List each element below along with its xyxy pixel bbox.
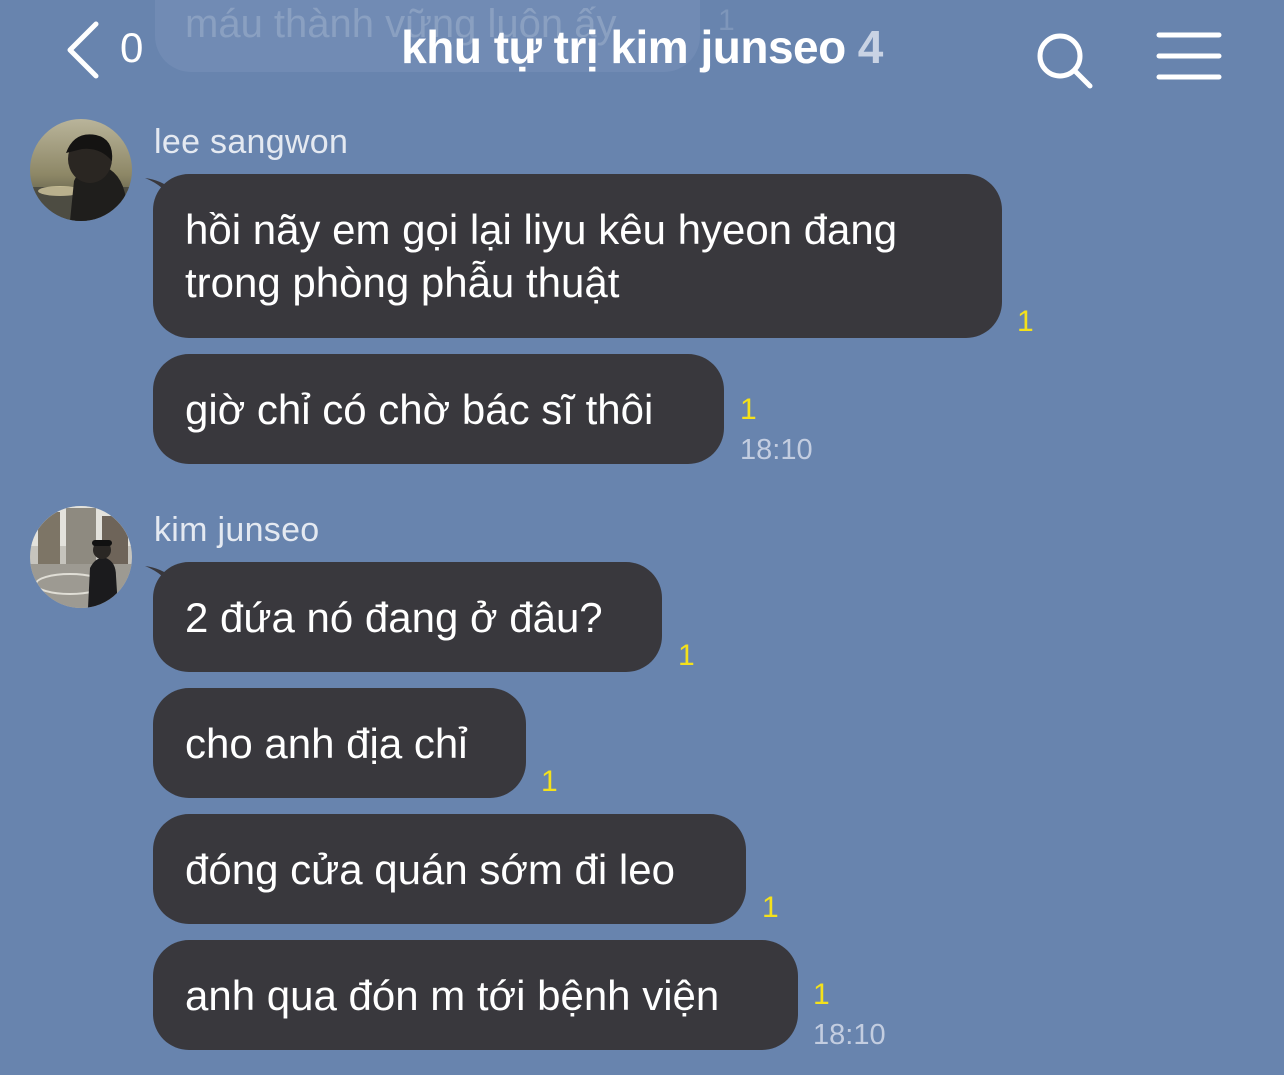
- chat-header: 0 khu tự trị kim junseo 4: [0, 0, 1284, 100]
- message-timestamp: 18:10: [813, 1019, 886, 1051]
- unread-count: 1: [678, 639, 695, 672]
- menu-button[interactable]: [1156, 30, 1222, 84]
- unread-count: 1: [541, 765, 558, 798]
- sender-name: lee sangwon: [154, 123, 349, 161]
- unread-count: 1: [1017, 305, 1034, 338]
- chat-room-name: khu tự trị kim junseo: [401, 21, 846, 73]
- hamburger-menu-icon: [1156, 32, 1222, 80]
- message-text: cho anh địa chỉ: [185, 719, 468, 767]
- message-text: đóng cửa quán sớm đi leo: [185, 845, 675, 893]
- message-bubble[interactable]: đóng cửa quán sớm đi leo: [153, 814, 746, 924]
- profile-photo-icon: [30, 119, 132, 221]
- message-text: hồi nãy em gọi lại liyu kêu hyeon đang t…: [185, 206, 898, 306]
- search-icon: [1037, 33, 1093, 89]
- message-text: 2 đứa nó đang ở đâu?: [185, 593, 603, 641]
- unread-count: 1: [740, 393, 757, 426]
- message-text: giờ chỉ có chờ bác sĩ thôi: [185, 385, 654, 433]
- message-bubble[interactable]: 2 đứa nó đang ở đâu?: [153, 562, 662, 672]
- unread-count: 1: [813, 978, 830, 1011]
- avatar-lee-sangwon[interactable]: [30, 119, 132, 221]
- message-bubble[interactable]: giờ chỉ có chờ bác sĩ thôi: [153, 354, 724, 464]
- message-bubble[interactable]: cho anh địa chỉ: [153, 688, 526, 798]
- message-text: anh qua đón m tới bệnh viện: [185, 971, 720, 1019]
- avatar-kim-junseo[interactable]: [30, 506, 132, 608]
- member-count: 4: [857, 21, 884, 73]
- message-bubble[interactable]: hồi nãy em gọi lại liyu kêu hyeon đang t…: [153, 174, 1002, 338]
- message-timestamp: 18:10: [740, 434, 813, 466]
- message-bubble[interactable]: anh qua đón m tới bệnh viện: [153, 940, 798, 1050]
- unread-count: 1: [762, 891, 779, 924]
- sender-name: kim junseo: [154, 511, 320, 549]
- chat-screen: máu thành vững luôn ấy 1 0 khu tự trị ki…: [0, 0, 1284, 1075]
- search-button[interactable]: [1034, 30, 1096, 92]
- profile-photo-icon: [30, 506, 132, 608]
